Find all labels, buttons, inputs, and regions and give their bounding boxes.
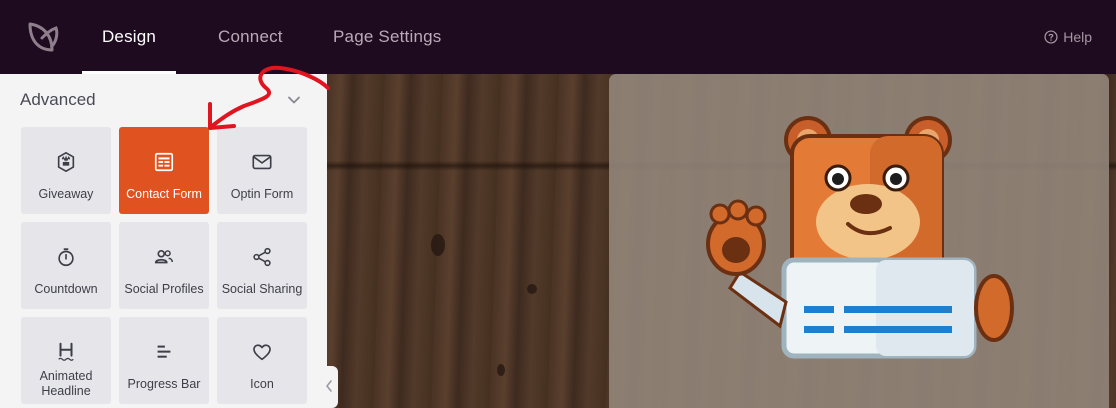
block-giveaway[interactable]: Giveaway — [21, 127, 111, 214]
contact-form-icon — [154, 152, 174, 172]
block-label: Animated Headline — [39, 369, 93, 398]
block-social-profiles[interactable]: Social Profiles — [119, 222, 209, 309]
help-label: Help — [1063, 29, 1092, 45]
wood-knot — [431, 234, 445, 256]
help-button[interactable]: Help — [1044, 0, 1092, 74]
people-icon — [154, 250, 173, 264]
annotation-arrow-icon — [208, 65, 330, 130]
progress-bar-icon — [157, 345, 171, 358]
tab-connect-label: Connect — [218, 27, 283, 46]
question-circle-icon — [1044, 30, 1058, 44]
stopwatch-icon — [58, 248, 74, 267]
tab-page-settings[interactable]: Page Settings — [333, 0, 441, 74]
collapse-sidebar-button[interactable] — [320, 366, 338, 408]
headline-icon — [58, 342, 74, 361]
section-title: Advanced — [20, 90, 96, 109]
block-label: Countdown — [34, 282, 98, 296]
share-icon — [253, 247, 271, 267]
block-label: Contact Form — [126, 187, 202, 201]
block-countdown[interactable]: Countdown — [21, 222, 111, 309]
block-label: Optin Form — [230, 187, 294, 201]
heart-icon — [253, 344, 271, 361]
wpforms-bear-mascot-image — [706, 116, 1014, 359]
block-icon[interactable]: Icon — [217, 317, 307, 404]
block-label: Social Sharing — [221, 282, 303, 296]
tab-page-settings-label: Page Settings — [333, 27, 442, 46]
chevron-left-icon — [326, 380, 332, 392]
block-social-sharing[interactable]: Social Sharing — [217, 222, 307, 309]
block-label: Social Profiles — [124, 282, 204, 296]
top-navigation-bar: Design Connect Page Settings Help — [0, 0, 1116, 74]
giveaway-icon — [57, 151, 75, 173]
block-label: Progress Bar — [127, 377, 201, 391]
block-label: Icon — [250, 377, 274, 391]
wood-knot — [527, 284, 537, 294]
block-progress-bar[interactable]: Progress Bar — [119, 317, 209, 404]
block-label: Giveaway — [38, 187, 94, 201]
envelope-icon — [252, 154, 272, 170]
block-animated-headline[interactable]: Animated Headline — [21, 317, 111, 404]
block-optin-form[interactable]: Optin Form — [217, 127, 307, 214]
tab-design-label: Design — [101, 27, 157, 46]
seedprod-logo-icon[interactable] — [22, 16, 62, 56]
tab-design[interactable]: Design — [82, 0, 176, 74]
wood-knot — [497, 364, 505, 376]
block-contact-form[interactable]: Contact Form — [119, 127, 209, 214]
